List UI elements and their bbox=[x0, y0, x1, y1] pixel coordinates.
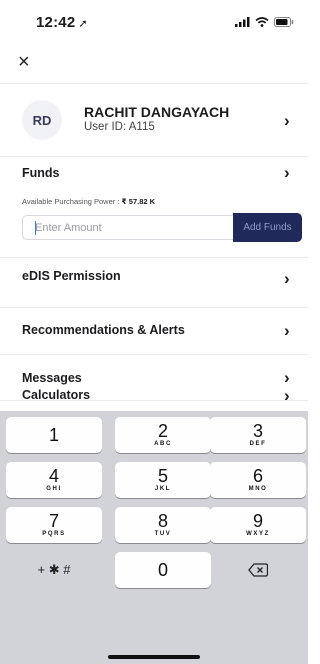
divider bbox=[0, 83, 308, 84]
purchasing-power-label: Available Purchasing Power : bbox=[22, 197, 122, 206]
key-2[interactable]: 2 ABC bbox=[115, 417, 211, 453]
key-digit: 4 bbox=[48, 466, 59, 486]
amount-input[interactable] bbox=[35, 220, 225, 236]
key-5[interactable]: 5 JKL bbox=[115, 462, 211, 498]
key-0[interactable]: 0 bbox=[115, 552, 211, 588]
menu-item-label: Recommendations & Alerts bbox=[22, 323, 185, 337]
backspace-icon bbox=[248, 563, 269, 577]
key-digit: 0 bbox=[157, 560, 168, 580]
battery-icon bbox=[274, 17, 294, 27]
signal-icon bbox=[235, 17, 250, 27]
chevron-right-icon: › bbox=[284, 386, 290, 405]
home-indicator bbox=[108, 655, 200, 659]
profile-row[interactable]: RD RACHIT DANGAYACH User ID: A115 › bbox=[0, 92, 308, 148]
key-letters: TUV bbox=[154, 531, 172, 537]
menu-item-label: eDIS Permission bbox=[22, 269, 121, 283]
purchasing-power: Available Purchasing Power : ₹ 57.82 K bbox=[22, 197, 155, 206]
key-letters: DEF bbox=[249, 441, 267, 447]
key-digit: 6 bbox=[252, 466, 263, 486]
key-7[interactable]: 7 PQRS bbox=[6, 507, 102, 543]
key-digit: 7 bbox=[48, 511, 59, 531]
divider bbox=[0, 354, 308, 355]
status-time: 12:42 ➚ bbox=[36, 14, 88, 31]
wifi-icon bbox=[255, 17, 269, 27]
profile-name: RACHIT DANGAYACH bbox=[84, 104, 230, 120]
key-letters: ABC bbox=[154, 441, 172, 447]
status-icons bbox=[235, 17, 294, 27]
funds-title[interactable]: Funds bbox=[22, 166, 60, 180]
symbols-key[interactable]: + ✱ # bbox=[6, 552, 102, 588]
key-letters: GHI bbox=[46, 486, 62, 492]
avatar: RD bbox=[22, 100, 62, 140]
status-bar: 12:42 ➚ bbox=[0, 0, 308, 44]
close-row: × bbox=[0, 46, 308, 82]
purchasing-power-value: ₹ 57.82 K bbox=[121, 197, 156, 206]
text-caret bbox=[35, 221, 36, 235]
amount-field[interactable] bbox=[22, 215, 234, 240]
menu-item-label: Calculators bbox=[22, 388, 91, 402]
key-1[interactable]: 1 bbox=[6, 417, 102, 453]
divider bbox=[0, 307, 308, 308]
key-digit: 9 bbox=[252, 511, 263, 531]
key-letters: JKL bbox=[154, 486, 172, 492]
key-8[interactable]: 8 TUV bbox=[115, 507, 211, 543]
key-digit: 3 bbox=[252, 421, 263, 441]
key-3[interactable]: 3 DEF bbox=[210, 417, 306, 453]
profile-user-id: User ID: A115 bbox=[84, 121, 155, 133]
key-digit: 1 bbox=[48, 425, 59, 445]
menu-item-recommendations[interactable]: Recommendations & Alerts › bbox=[0, 310, 308, 350]
key-4[interactable]: 4 GHI bbox=[6, 462, 102, 498]
chevron-right-icon: › bbox=[284, 269, 290, 288]
key-9[interactable]: 9 WXYZ bbox=[210, 507, 306, 543]
menu-item-edis[interactable]: eDIS Permission › bbox=[0, 258, 308, 298]
key-digit: 5 bbox=[157, 466, 168, 486]
key-digit: 8 bbox=[157, 511, 168, 531]
clock: 12:42 bbox=[36, 13, 76, 31]
chevron-right-icon[interactable]: › bbox=[284, 164, 294, 181]
key-letters: PQRS bbox=[42, 531, 66, 537]
chevron-right-icon: › bbox=[284, 321, 290, 340]
divider bbox=[0, 156, 308, 157]
key-digit: 2 bbox=[157, 421, 168, 441]
backspace-key[interactable] bbox=[210, 552, 306, 588]
add-funds-button[interactable]: Add Funds bbox=[233, 213, 302, 242]
numeric-keyboard: 1 2 ABC 3 DEF 4 GHI 5 JKL 6 MNO 7 PQRS 8… bbox=[0, 411, 308, 664]
key-6[interactable]: 6 MNO bbox=[210, 462, 306, 498]
chevron-right-icon: › bbox=[284, 111, 290, 130]
close-icon[interactable]: × bbox=[18, 52, 38, 72]
location-arrow-icon: ➚ bbox=[78, 17, 88, 30]
key-letters: MNO bbox=[248, 486, 268, 492]
key-letters: WXYZ bbox=[246, 531, 270, 537]
